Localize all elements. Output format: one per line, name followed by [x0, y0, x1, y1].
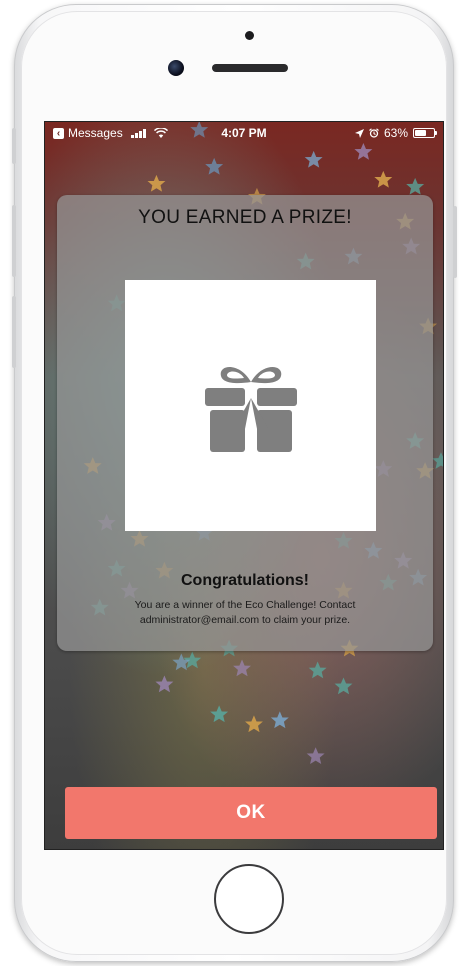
- star-icon: [155, 675, 174, 693]
- prize-message: You are a winner of the Eco Challenge! C…: [134, 599, 356, 626]
- ok-button[interactable]: OK: [65, 787, 437, 839]
- star-icon: [205, 157, 224, 175]
- proximity-sensor: [245, 31, 254, 40]
- battery-percent: 63%: [383, 126, 408, 140]
- star-icon: [406, 177, 425, 195]
- location-arrow-icon: [354, 128, 364, 138]
- star-icon: [306, 747, 325, 765]
- volume-up-button: [12, 205, 16, 277]
- star-icon: [244, 715, 263, 733]
- star-icon: [308, 661, 327, 679]
- status-bar: ‹ Messages 4:07 PM 63%: [45, 122, 443, 144]
- star-icon: [183, 651, 202, 669]
- home-button[interactable]: [214, 864, 284, 934]
- status-right: 63%: [354, 126, 437, 140]
- prize-modal: YOU EARNED A PRIZE! Congratulations! You…: [57, 195, 433, 651]
- star-icon: [147, 174, 166, 192]
- battery-level-fill: [415, 130, 426, 136]
- alarm-icon: [369, 128, 379, 138]
- star-icon: [334, 677, 353, 695]
- volume-down-button: [12, 296, 16, 368]
- prize-image: [125, 280, 376, 531]
- star-icon: [172, 653, 191, 671]
- congrats-heading: Congratulations!: [181, 572, 309, 589]
- star-icon: [304, 150, 323, 168]
- gift-icon: [204, 366, 297, 452]
- earpiece-speaker: [212, 64, 288, 72]
- battery-tip: [435, 131, 437, 135]
- power-button: [453, 206, 457, 278]
- mute-switch: [12, 128, 16, 164]
- modal-title: YOU EARNED A PRIZE!: [138, 207, 352, 228]
- star-icon: [354, 142, 373, 160]
- star-icon: [432, 452, 443, 469]
- front-camera: [168, 60, 184, 76]
- app-screen: ‹ Messages 4:07 PM 63% YOU EARNED A PRIZ…: [44, 121, 444, 850]
- star-icon: [270, 711, 289, 729]
- star-icon: [233, 659, 251, 677]
- battery-icon: [413, 128, 437, 138]
- star-icon: [374, 170, 393, 188]
- star-icon: [210, 705, 229, 723]
